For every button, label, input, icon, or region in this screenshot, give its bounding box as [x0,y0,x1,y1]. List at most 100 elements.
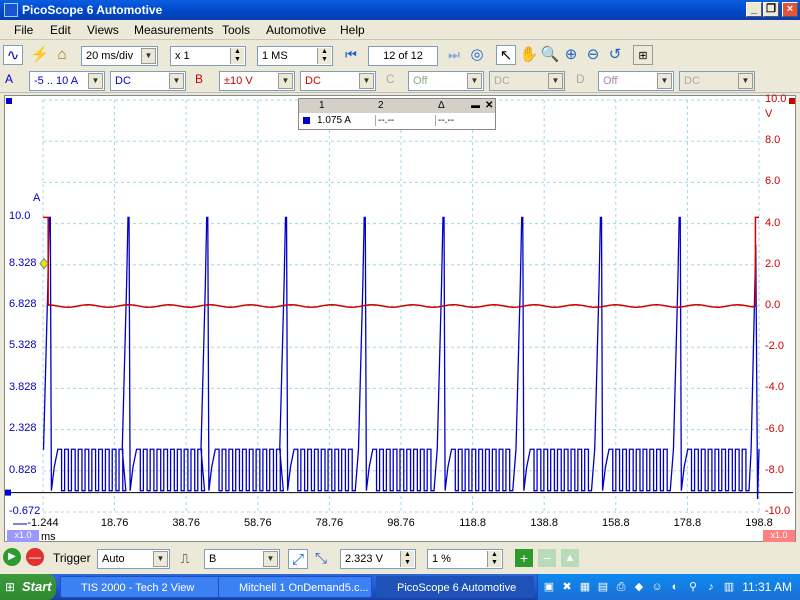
x-axis-tick: 118.8 [459,517,486,529]
chevron-down-icon: ▼ [169,73,184,89]
security-icon[interactable]: ✖ [560,580,574,594]
menu-measurements[interactable]: Measurements [134,23,213,37]
trigger-mode-select[interactable]: Auto ▼ [97,549,170,569]
select-cursor-icon[interactable]: ↖ [496,45,516,65]
channel-d-coupling[interactable]: DC ▼ [679,71,755,91]
right-axis-unit: V [765,108,773,120]
pretrigger-stepper[interactable]: 1 % ▲ ▼ [427,549,503,569]
left-axis-unit: A [33,192,41,204]
menu-views[interactable]: Views [87,23,119,37]
task-tis2000[interactable]: TIS 2000 - Tech 2 View [60,576,220,598]
add-measurement-icon[interactable]: + [515,549,533,567]
shield-icon[interactable]: ◆ [632,580,646,594]
channel-b-range[interactable]: ±10 V ▼ [219,71,295,91]
channel-b-label: B [195,72,204,86]
channel-a-coupling[interactable]: DC ▼ [110,71,186,91]
x-axis-tick: 78.76 [315,517,344,529]
edit-measurement-icon[interactable]: ▲ [561,549,579,567]
channel-toolbar: A -5 .. 10 A ▼ DC ▼ B ±10 V ▼ DC ▼ C Off… [0,69,800,93]
channel-d-range[interactable]: Off ▼ [598,71,674,91]
undo-zoom-icon[interactable]: ↺ [605,45,625,65]
channel-a-axis-handle[interactable] [6,98,12,104]
close-button[interactable]: × [782,2,798,17]
channel-c-coupling-value: DC [494,75,510,87]
x-axis-tick: 158.8 [602,517,630,529]
chevron-down-icon: ▼ [548,73,563,89]
stop-icon[interactable]: — [26,548,44,566]
spin-icon: ▲ ▼ [317,48,331,64]
task-label: Mitchell 1 OnDemand5.c... [239,582,369,594]
chevron-down-icon: ▼ [278,73,293,89]
auto-setup-icon[interactable]: ⚡ [30,45,50,65]
remove-measurement-icon[interactable]: − [538,549,556,567]
channel-a-range[interactable]: -5 .. 10 A ▼ [29,71,105,91]
navigator-icon[interactable]: ◎ [467,45,487,65]
channel-c-range[interactable]: Off ▼ [408,71,484,91]
samples-stepper[interactable]: 1 MS ▲ ▼ [257,46,333,66]
updates-icon[interactable]: ◐ [668,580,682,594]
pretrigger-value: 1 % [432,553,451,565]
zoom-overview-icon[interactable]: ⊞ [633,45,653,65]
trigger-mode-value: Auto [102,553,125,565]
trigger-type-icon[interactable]: ⎍ [175,549,195,569]
main-toolbar: ∿ ⚡ ⌂ 20 ms/div ▼ x 1 ▲ ▼ 1 MS ▲ ▼ ⏮ 12 of… [0,41,800,69]
zoom-out-icon[interactable]: ⊖ [583,45,603,65]
hand-tool-icon[interactable]: ✋ [519,45,539,65]
trigger-marker [39,257,49,270]
task-picoscope[interactable]: PicoScope 6 Automotive [376,576,534,598]
next-buffer-icon[interactable]: ⏭ [444,45,464,65]
trigger-channel-select[interactable]: B ▼ [204,549,280,569]
timebase-select[interactable]: 20 ms/div ▼ [81,46,158,66]
ruler-legend[interactable]: 1 2 Δ ▬ ✕ 1.075 A --.-- --.-- [298,98,496,130]
menu-automotive[interactable]: Automotive [266,23,326,37]
task-label: PicoScope 6 Automotive [397,582,517,594]
task-mitchell[interactable]: Mitchell 1 OnDemand5.c... [218,576,372,598]
trigger-channel-value: B [209,553,217,565]
falling-edge-icon[interactable]: ⤡ [311,549,331,569]
monitor-icon[interactable]: ▦ [578,580,592,594]
left-scale-badge[interactable]: x1.0 [7,530,39,542]
run-icon[interactable]: ▶ [3,548,21,566]
volume-icon[interactable]: ♪ [704,580,718,594]
channel-b-coupling-value: DC [305,75,321,87]
trigger-level-value: 2.323 V [345,553,383,565]
minimize-icon[interactable]: ▬ [471,100,480,110]
rising-edge-icon[interactable]: ⤢ [288,549,308,569]
menu-file[interactable]: File [14,23,33,37]
right-axis-tick: 4.0 [765,216,781,229]
messenger-icon[interactable]: ☺ [650,580,664,594]
scope-plot[interactable] [5,96,797,543]
zoom-in-icon[interactable]: 🔍 [540,45,560,65]
channel-d-label: D [576,72,585,86]
printer-icon[interactable]: ⎙ [614,580,628,594]
ruler-header: 1 2 Δ ▬ ✕ [299,99,495,113]
first-buffer-icon[interactable]: ⏮ [341,45,361,65]
channel-b-coupling[interactable]: DC ▼ [300,71,376,91]
close-icon[interactable]: ✕ [485,100,493,111]
scope-view[interactable]: A 10.0 8.328 6.828 5.328 3.828 2.328 0.828 -0.6… [4,93,797,543]
channel-b-axis-handle[interactable] [789,98,795,104]
zoom-region-icon[interactable]: ⊕ [561,45,581,65]
system-tray: ▣ ✖ ▦ ▤ ⎙ ◆ ☺ ◐ ⚲ ♪ ▥ 11:31 AM [537,574,800,600]
restore-button[interactable]: ❐ [763,2,779,17]
trigger-level-stepper[interactable]: 2.323 V ▲ ▼ [340,549,416,569]
device-icon[interactable]: ▤ [596,580,610,594]
menu-help[interactable]: Help [340,23,365,37]
menu-tools[interactable]: Tools [222,23,250,37]
left-axis-tick: 5.328 [9,339,37,352]
chevron-down-icon: ▼ [263,551,278,567]
usb-icon[interactable]: ⚲ [686,580,700,594]
ruler-val3: --.-- [435,115,454,126]
network-icon[interactable]: ▣ [542,580,556,594]
menu-edit[interactable]: Edit [50,23,71,37]
device-icon[interactable]: ▥ [722,580,736,594]
chevron-down-icon: ▼ [88,73,103,89]
channel-c-coupling[interactable]: DC ▼ [489,71,565,91]
right-scale-badge[interactable]: x1.0 [763,530,795,542]
home-icon[interactable]: ⌂ [52,45,72,65]
x-axis-tick: 38.76 [172,517,200,529]
zoom-stepper[interactable]: x 1 ▲ ▼ [170,46,246,66]
taskbar: Start ⊞ TIS 2000 - Tech 2 View Mitchell … [0,574,800,600]
minimize-button[interactable]: _ [746,2,762,17]
scope-mode-icon[interactable]: ∿ [3,45,23,65]
